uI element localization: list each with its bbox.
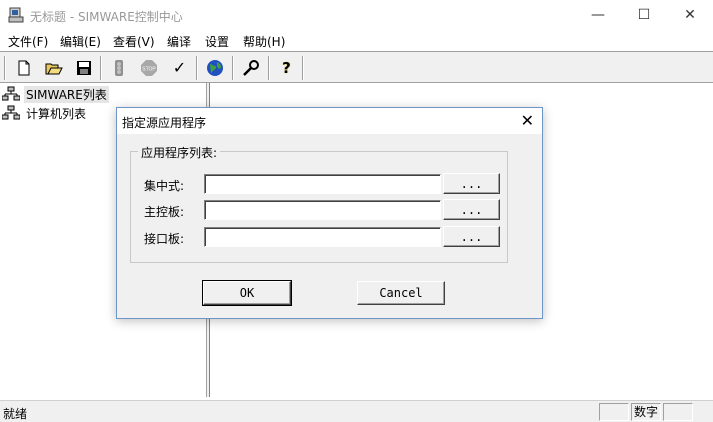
traffic-light-icon[interactable] xyxy=(107,56,130,79)
app-list-group: 应用程序列表: 集中式: ... 主控板: ... 接口板: ... xyxy=(130,144,508,263)
wrench-icon[interactable] xyxy=(239,56,262,79)
open-folder-icon[interactable] xyxy=(42,56,65,79)
tree-item-label: SIMWARE列表 xyxy=(24,85,109,103)
tree-item-label: 计算机列表 xyxy=(26,106,87,121)
toolbar-separator xyxy=(268,56,270,80)
window-titlebar: 无标题 - SIMWARE控制中心 — ☐ ✕ xyxy=(0,0,713,30)
cancel-button[interactable]: Cancel xyxy=(357,281,445,305)
menu-compile[interactable]: 编译 xyxy=(167,33,191,50)
toolbar-grip xyxy=(4,56,6,80)
menu-view[interactable]: 查看(V) xyxy=(113,33,155,50)
window-title: 无标题 - SIMWARE控制中心 xyxy=(30,10,183,24)
toolbar-separator xyxy=(100,56,102,80)
toolbar-separator xyxy=(302,56,304,80)
menu-help[interactable]: 帮助(H) xyxy=(243,33,285,50)
stop-icon[interactable]: STOP xyxy=(137,56,160,79)
toolbar-separator xyxy=(232,56,234,80)
group-label: 应用程序列表: xyxy=(138,144,221,161)
globe-icon[interactable] xyxy=(203,56,226,79)
check-icon[interactable]: ✓ xyxy=(168,56,191,79)
maximize-button[interactable]: ☐ xyxy=(621,0,667,30)
centralized-label: 集中式: xyxy=(144,179,185,193)
specify-source-dialog: 指定源应用程序 ✕ 应用程序列表: 集中式: ... 主控板: ... 接口板:… xyxy=(116,107,543,319)
network-icon xyxy=(2,86,20,101)
centralized-input[interactable] xyxy=(204,174,441,194)
close-button[interactable]: ✕ xyxy=(667,0,713,30)
ok-button[interactable]: OK xyxy=(202,280,292,306)
interface-board-input[interactable] xyxy=(204,227,441,247)
status-pane-1 xyxy=(599,403,629,421)
menu-file[interactable]: 文件(F) xyxy=(8,33,48,50)
main-board-browse-button[interactable]: ... xyxy=(443,199,500,220)
main-board-label: 主控板: xyxy=(144,205,185,219)
status-pane-num: 数字 xyxy=(631,403,661,421)
app-icon xyxy=(8,7,24,23)
interface-board-label: 接口板: xyxy=(144,232,185,246)
menu-edit[interactable]: 编辑(E) xyxy=(60,33,101,50)
stop-text: STOP xyxy=(142,66,156,72)
centralized-browse-button[interactable]: ... xyxy=(443,173,500,194)
toolbar-separator xyxy=(196,56,198,80)
menu-bar: 文件(F) 编辑(E) 查看(V) 编译 设置 帮助(H) xyxy=(0,30,713,51)
dialog-title: 指定源应用程序 xyxy=(122,116,207,130)
tree-item-computer-list[interactable]: 计算机列表 xyxy=(2,104,88,122)
save-icon[interactable] xyxy=(72,56,95,79)
network-icon xyxy=(2,105,20,120)
toolbar: STOP ✓ ? xyxy=(0,51,713,83)
status-text: 就绪 xyxy=(3,407,28,421)
help-icon[interactable]: ? xyxy=(275,56,298,79)
menu-settings[interactable]: 设置 xyxy=(205,33,229,50)
interface-board-browse-button[interactable]: ... xyxy=(443,226,500,247)
tree-item-simware-list[interactable]: SIMWARE列表 xyxy=(2,85,109,103)
new-file-icon[interactable] xyxy=(12,56,35,79)
dialog-close-icon[interactable]: ✕ xyxy=(521,111,534,130)
dialog-titlebar: 指定源应用程序 ✕ xyxy=(117,108,542,134)
status-pane-3 xyxy=(663,403,693,421)
main-board-input[interactable] xyxy=(204,200,441,220)
status-bar: 就绪 数字 xyxy=(0,400,713,422)
minimize-button[interactable]: — xyxy=(575,0,621,30)
